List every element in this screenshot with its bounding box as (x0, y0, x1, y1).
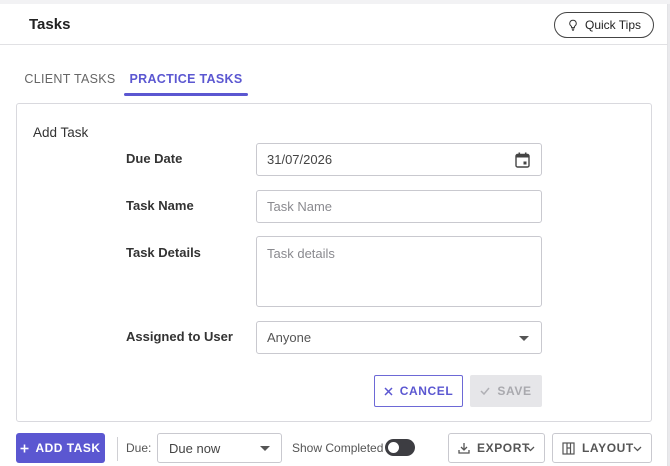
dropdown-caret-icon (519, 336, 529, 341)
task-name-input[interactable]: Task Name (256, 190, 542, 223)
cancel-label: CANCEL (399, 384, 454, 398)
toolbar-divider (117, 437, 118, 461)
add-task-button[interactable]: ADD TASK (16, 433, 105, 463)
export-button[interactable]: EXPORT (448, 433, 545, 463)
task-name-label: Task Name (126, 198, 194, 213)
save-label: SAVE (497, 384, 532, 398)
toggle-knob (388, 442, 399, 453)
layout-button[interactable]: LAYOUT (552, 433, 652, 463)
lightbulb-icon (569, 19, 577, 31)
tab-label: PRACTICE TASKS (129, 72, 243, 86)
tasks-app: Tasks Quick Tips CLIENT TASKS PRACTICE T… (0, 4, 668, 466)
show-completed-toggle[interactable] (385, 439, 415, 456)
assigned-user-label: Assigned to User (126, 329, 233, 344)
chevron-down-icon (633, 446, 642, 452)
quick-tips-label: Quick Tips (584, 18, 641, 32)
save-button[interactable]: SAVE (470, 375, 542, 407)
task-tabs: CLIENT TASKS PRACTICE TASKS (16, 64, 656, 96)
tab-client-tasks[interactable]: CLIENT TASKS (16, 64, 124, 96)
close-icon (384, 386, 393, 396)
due-filter-value: Due now (169, 440, 221, 456)
add-task-panel: Add Task Due Date 31/07/2026 Task Name T… (16, 103, 652, 422)
page-header: Tasks Quick Tips (0, 4, 668, 45)
due-date-value: 31/07/2026 (267, 152, 333, 167)
dropdown-caret-icon (260, 446, 270, 451)
layout-columns-icon (562, 441, 575, 455)
bottom-toolbar: ADD TASK Due: Due now Show Completed EXP… (0, 430, 668, 466)
check-icon (480, 387, 490, 395)
add-task-title: Add Task (33, 125, 89, 140)
task-name-placeholder: Task Name (267, 199, 333, 214)
calendar-icon[interactable] (515, 152, 530, 168)
task-details-label: Task Details (126, 245, 201, 260)
task-details-placeholder: Task details (267, 246, 335, 261)
due-filter-label: Due: (126, 441, 152, 455)
show-completed-label: Show Completed (292, 441, 384, 455)
add-task-label: ADD TASK (35, 441, 101, 455)
cancel-button[interactable]: CANCEL (374, 375, 463, 407)
chevron-down-icon (526, 446, 535, 452)
task-details-textarea[interactable]: Task details (256, 236, 542, 307)
quick-tips-button[interactable]: Quick Tips (554, 12, 654, 38)
layout-label: LAYOUT (582, 441, 634, 455)
download-icon (458, 443, 470, 454)
due-filter-select[interactable]: Due now (157, 433, 282, 463)
plus-icon (20, 444, 29, 452)
assigned-user-value: Anyone (267, 330, 312, 345)
page-title: Tasks (29, 16, 71, 33)
assigned-user-select[interactable]: Anyone (256, 321, 542, 354)
due-date-field[interactable]: 31/07/2026 (256, 143, 542, 176)
tab-label: CLIENT TASKS (24, 72, 116, 86)
export-label: EXPORT (477, 441, 530, 455)
due-date-label: Due Date (126, 151, 183, 166)
tab-practice-tasks[interactable]: PRACTICE TASKS (124, 64, 248, 96)
